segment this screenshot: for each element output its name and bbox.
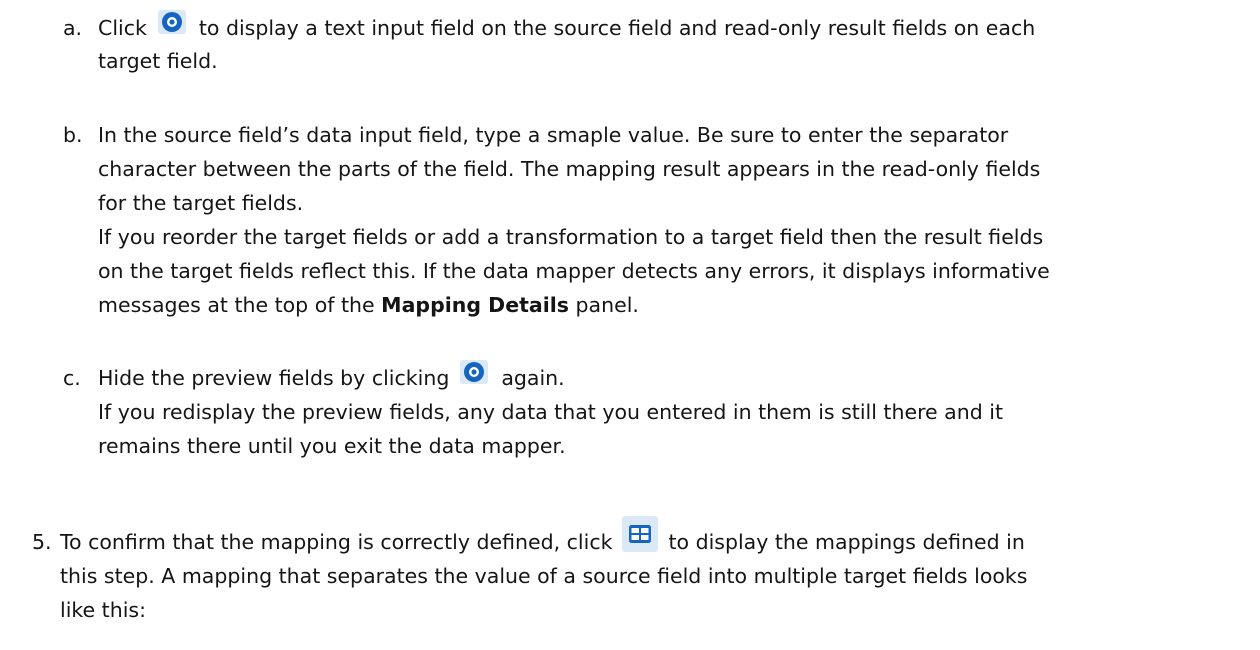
step-b-text-after: panel.	[575, 293, 639, 317]
step-b-line-2: character between the parts of the field…	[98, 157, 1041, 181]
step-c-line-1: Hide the preview fields by clicking agai…	[98, 360, 565, 393]
step-5-line-1: To confirm that the mapping is correctly…	[60, 516, 1025, 557]
preview-eye-icon	[155, 7, 189, 37]
step-c-marker: c.	[63, 366, 81, 390]
step-c-text-after: again.	[501, 366, 565, 390]
step-5-line-3: like this:	[60, 598, 146, 622]
step-a-line-1: Click to display a text input field on t…	[98, 10, 1036, 43]
preview-eye-icon	[457, 357, 491, 387]
step-a-text-after: to display a text input field on the sou…	[198, 16, 1036, 40]
step-b-line-1: In the source field’s data input field, …	[98, 123, 1009, 147]
step-a-text-before: Click	[98, 16, 147, 40]
step-a-line-2: target field.	[98, 49, 218, 73]
step-b-text-before: messages at the top of the	[98, 293, 375, 317]
step-c-line-3: remains there until you exit the data ma…	[98, 434, 566, 458]
step-5-text-after: to display the mappings defined in	[668, 530, 1025, 554]
step-5-marker: 5.	[32, 530, 52, 554]
step-b-line-5: on the target fields reflect this. If th…	[98, 259, 1050, 283]
step-b-line-4: If you reorder the target fields or add …	[98, 225, 1044, 249]
step-a-marker: a.	[63, 16, 83, 40]
step-b-line-6: messages at the top of the Mapping Detai…	[98, 290, 639, 320]
step-c-text-before: Hide the preview fields by clicking	[98, 366, 450, 390]
mapping-details-label: Mapping Details	[381, 293, 569, 317]
step-5-text-before: To confirm that the mapping is correctly…	[60, 530, 613, 554]
mappings-table-grid-icon	[622, 516, 659, 552]
step-c-line-2: If you redisplay the preview fields, any…	[98, 400, 1004, 424]
step-b-marker: b.	[63, 123, 83, 147]
step-5-line-2: this step. A mapping that separates the …	[60, 564, 1028, 588]
step-b-line-3: for the target fields.	[98, 191, 304, 215]
